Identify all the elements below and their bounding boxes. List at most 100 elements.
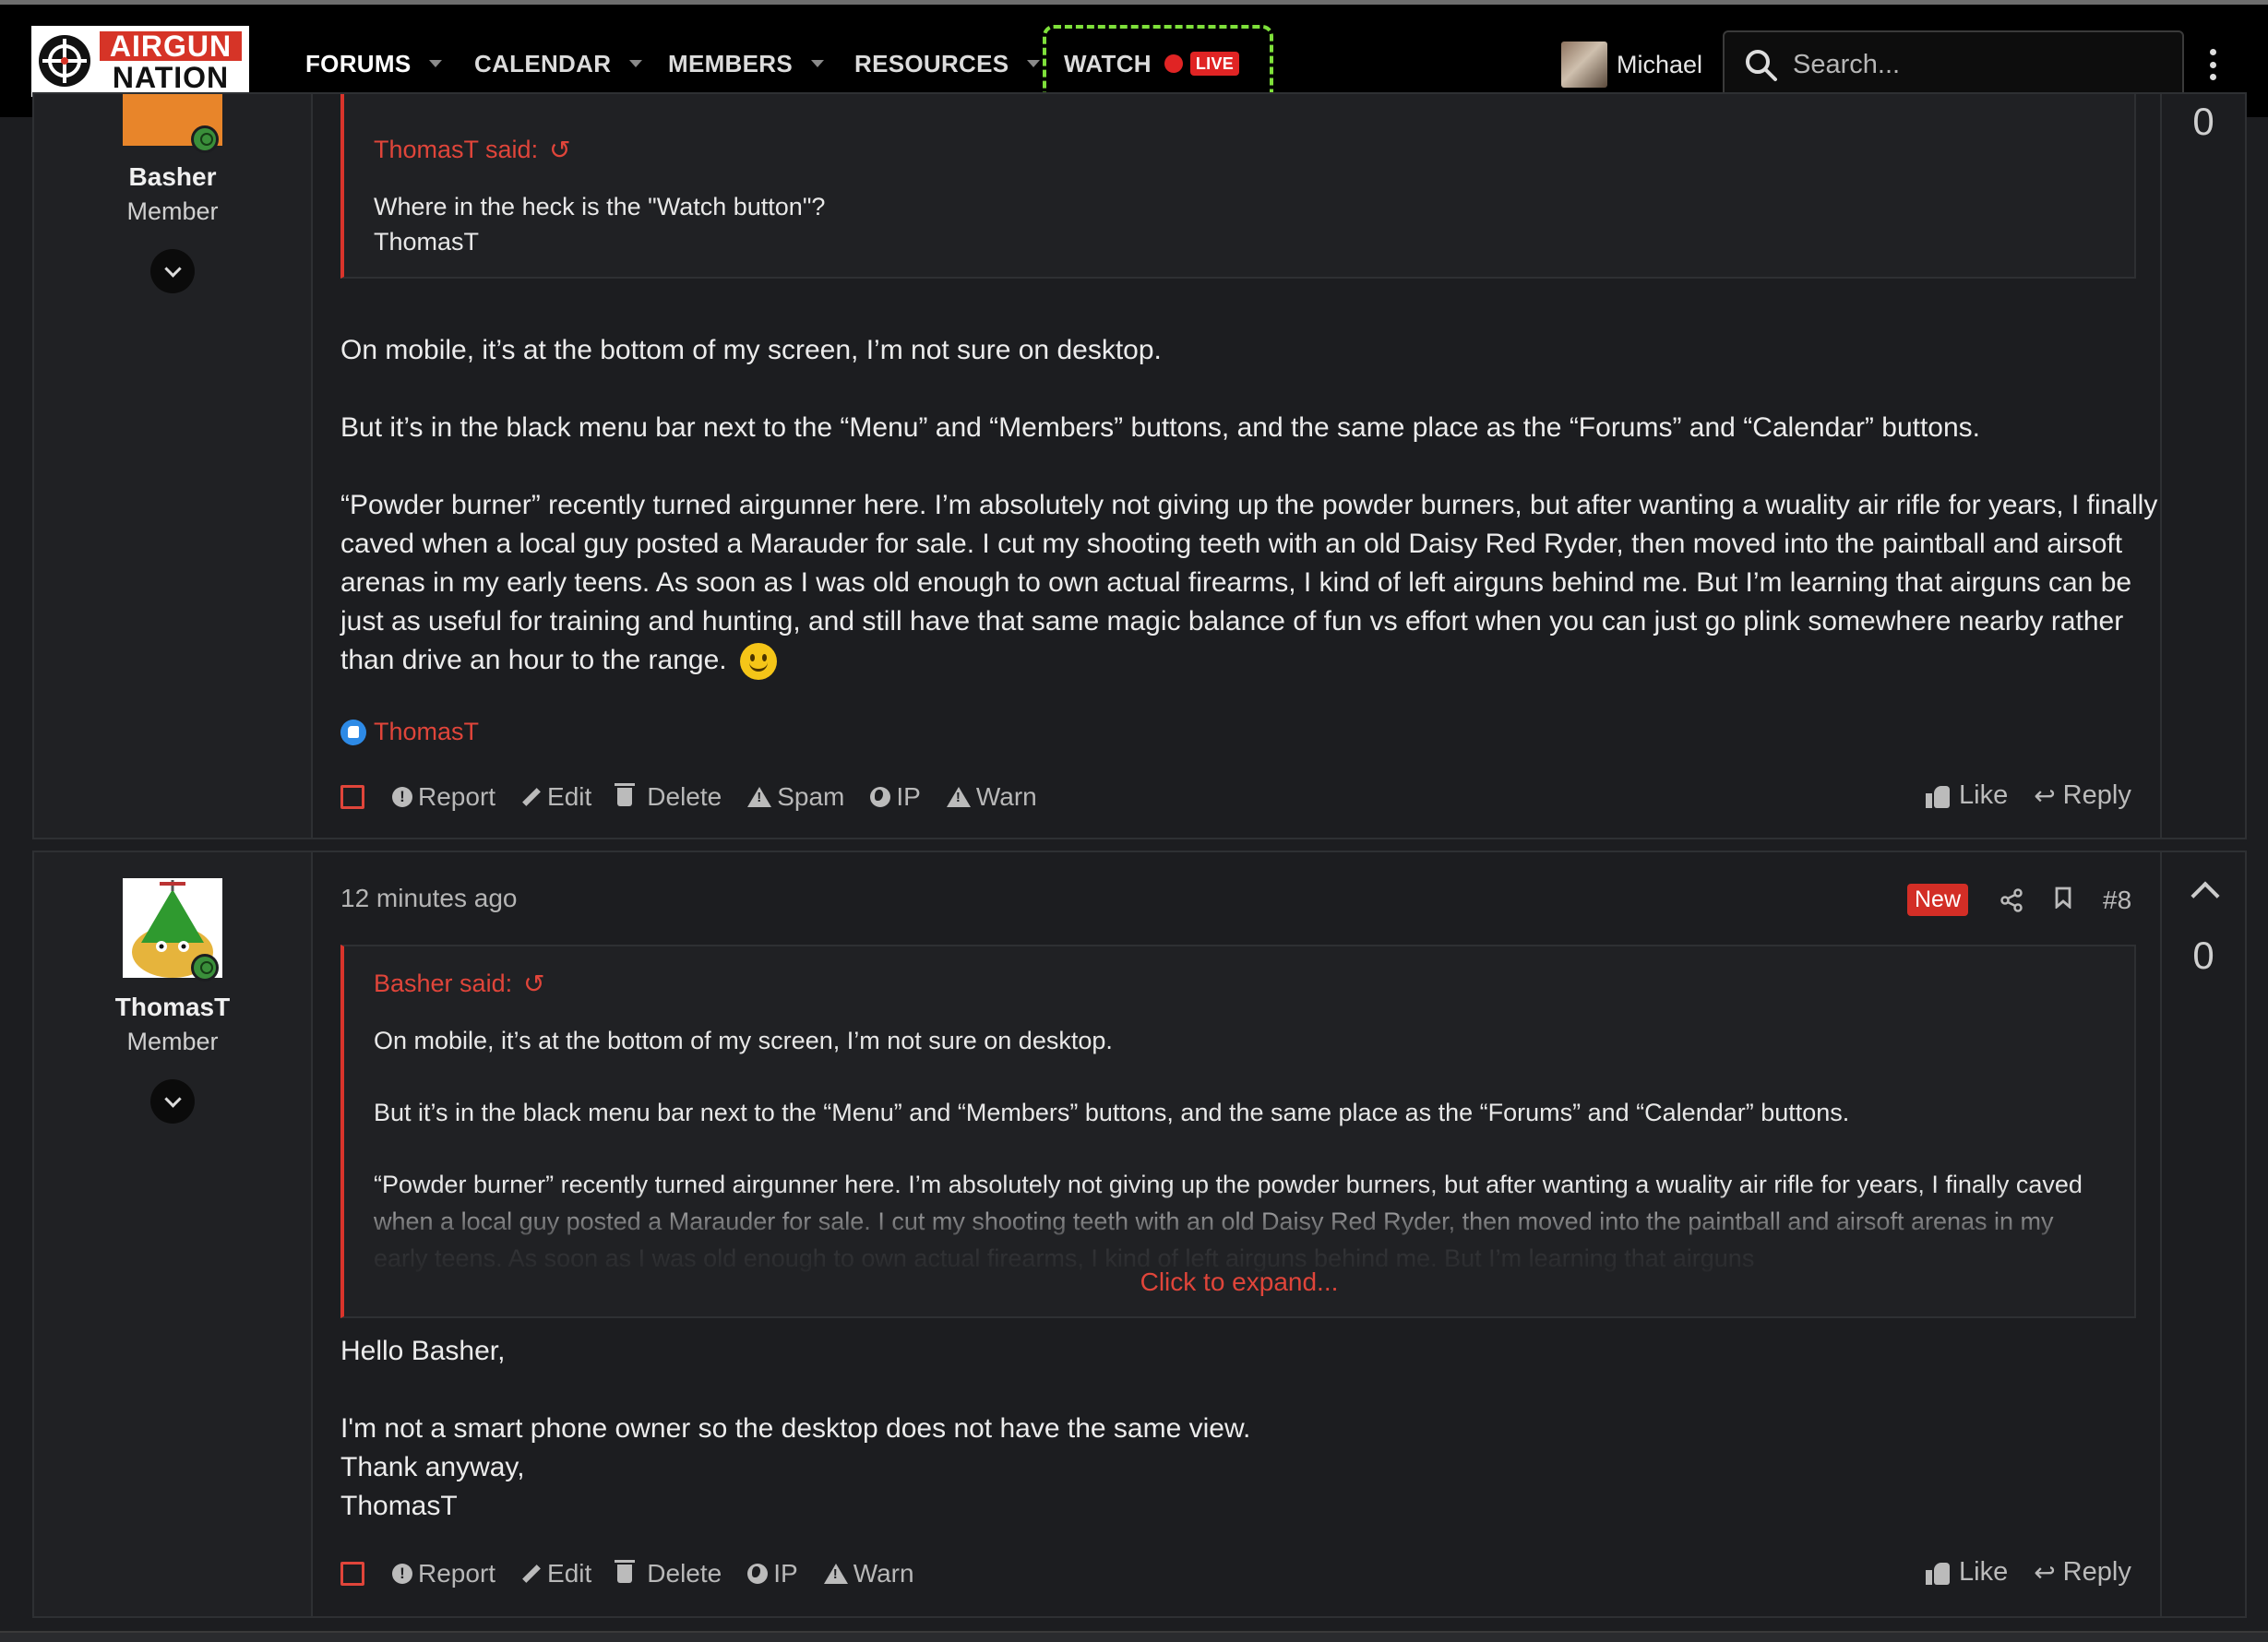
warn-button[interactable]: Warn (946, 782, 1037, 812)
bottom-edge (0, 1631, 2268, 1642)
warn-label: Warn (853, 1559, 914, 1588)
edit-label: Edit (547, 1559, 592, 1588)
vote-score: 0 (2192, 100, 2214, 143)
live-badge: LIVE (1189, 52, 1240, 76)
post-user-sidebar: Basher Member (34, 94, 313, 838)
delete-label: Delete (647, 1559, 722, 1588)
reply-button[interactable]: ↩ Reply (2034, 780, 2131, 811)
jump-to-quote-icon[interactable]: ↺ (549, 135, 570, 165)
vote-column: 0 (2160, 852, 2245, 1616)
quote-attribution[interactable]: Basher said: ↺ (374, 969, 545, 999)
expand-user-button[interactable] (150, 249, 195, 293)
delete-label: Delete (647, 782, 722, 811)
delete-button[interactable]: Delete (615, 1559, 722, 1588)
nav-forums-label: FORUMS (305, 49, 412, 77)
nav-forums[interactable]: FORUMS (305, 45, 443, 82)
post-paragraph: I'm not a smart phone owner so the deskt… (340, 1413, 1251, 1444)
jump-to-quote-icon[interactable]: ↺ (523, 969, 544, 999)
report-label: Report (418, 1559, 496, 1588)
chevron-down-icon (163, 1089, 182, 1108)
user-name: Michael (1617, 50, 1703, 78)
post-actions: ! Report Edit Delete Spam IP Warn (340, 782, 1063, 812)
post-author-name[interactable]: Basher (34, 162, 311, 192)
nav-members[interactable]: MEMBERS (668, 45, 824, 82)
quote-block: ThomasT said: ↺ Where in the heck is the… (340, 94, 2136, 279)
reaction-user[interactable]: ThomasT (374, 718, 479, 746)
trash-icon (615, 1560, 636, 1583)
caret-down-icon[interactable] (1027, 60, 1041, 67)
select-post-checkbox[interactable] (340, 785, 364, 809)
avatar (1561, 42, 1607, 88)
nav-calendar[interactable]: CALENDAR (474, 45, 643, 82)
post-user-sidebar: ThomasT Member (34, 852, 313, 1616)
post-actions: ! Report Edit Delete IP Warn (340, 1559, 940, 1588)
bookmark-icon[interactable] (2055, 886, 2071, 915)
quote-author: ThomasT said: (374, 136, 539, 163)
more-options-icon[interactable] (2206, 49, 2219, 80)
vote-score: 0 (2192, 934, 2214, 977)
reactions-bar[interactable]: ThomasT (340, 718, 479, 746)
record-dot-icon (1164, 54, 1183, 73)
report-label: Report (418, 782, 496, 811)
share-icon[interactable] (1999, 887, 2023, 912)
like-label: Like (1959, 1557, 2009, 1587)
like-reaction-icon (340, 719, 366, 745)
quote-author: Basher said: (374, 970, 513, 997)
caret-down-icon[interactable] (429, 60, 443, 67)
reply-icon: ↩ (2034, 781, 2056, 810)
upvote-icon[interactable] (2190, 881, 2220, 910)
spam-label: Spam (777, 782, 845, 811)
spam-button[interactable]: Spam (747, 782, 844, 812)
crosshair-icon (39, 35, 90, 87)
quote-line: On mobile, it’s at the bottom of my scre… (374, 1027, 1113, 1054)
edit-button[interactable]: Edit (521, 1559, 591, 1588)
warning-icon (946, 787, 971, 807)
expand-user-button[interactable] (150, 1079, 195, 1124)
ip-label: IP (773, 1559, 798, 1588)
post-basher: Basher Member ThomasT said: ↺ Where in t… (32, 92, 2247, 839)
online-status-icon (191, 954, 219, 982)
caret-down-icon[interactable] (629, 60, 643, 67)
reply-button[interactable]: ↩ Reply (2034, 1557, 2131, 1588)
warning-icon (747, 787, 772, 807)
reply-label: Reply (2062, 780, 2131, 810)
quote-line: ThomasT (374, 228, 480, 256)
like-button[interactable]: Like (1926, 1557, 2008, 1588)
post-number[interactable]: #8 (2103, 886, 2131, 915)
caret-down-icon[interactable] (811, 60, 824, 67)
quote-line: Where in the heck is the "Watch button"? (374, 193, 826, 220)
quote-attribution[interactable]: ThomasT said: ↺ (374, 135, 571, 165)
report-button[interactable]: ! Report (392, 782, 495, 812)
post-author-name[interactable]: ThomasT (34, 993, 311, 1022)
post-paragraph: But it’s in the black menu bar next to t… (340, 412, 1981, 443)
search-input[interactable] (1791, 49, 2145, 81)
post-right-actions: Like ↩ Reply (1926, 780, 2131, 811)
logo-text-line2: NATION (100, 63, 242, 92)
search-icon (1746, 49, 1777, 81)
like-button[interactable]: Like (1926, 780, 2008, 811)
report-button[interactable]: ! Report (392, 1559, 495, 1588)
nav-watch[interactable]: WATCH LIVE (1064, 45, 1240, 82)
nav-resources[interactable]: RESOURCES (854, 45, 1041, 82)
expand-quote-link[interactable]: Click to expand... (344, 1267, 2134, 1297)
post-timestamp[interactable]: 12 minutes ago (340, 884, 517, 913)
ip-button[interactable]: IP (747, 1559, 798, 1588)
ip-button[interactable]: IP (870, 782, 921, 812)
quote-line: But it’s in the black menu bar next to t… (374, 1099, 1850, 1126)
select-post-checkbox[interactable] (340, 1562, 364, 1586)
like-label: Like (1959, 780, 2009, 810)
warn-button[interactable]: Warn (823, 1559, 914, 1588)
delete-button[interactable]: Delete (615, 782, 722, 812)
search-box[interactable] (1723, 30, 2184, 100)
thumbs-up-icon (1926, 784, 1950, 808)
post-author-role: Member (126, 197, 219, 225)
smile-emoji-icon (739, 643, 777, 681)
site-logo[interactable]: AIRGUN NATION (31, 26, 249, 97)
post-right-actions: Like ↩ Reply (1926, 1557, 2131, 1588)
user-menu[interactable]: Michael (1561, 42, 1702, 88)
trash-icon (615, 783, 636, 806)
nav-resources-label: RESOURCES (854, 49, 1009, 77)
post-paragraph: Thank anyway, (340, 1452, 525, 1482)
reply-icon: ↩ (2034, 1558, 2056, 1587)
edit-button[interactable]: Edit (521, 782, 591, 812)
